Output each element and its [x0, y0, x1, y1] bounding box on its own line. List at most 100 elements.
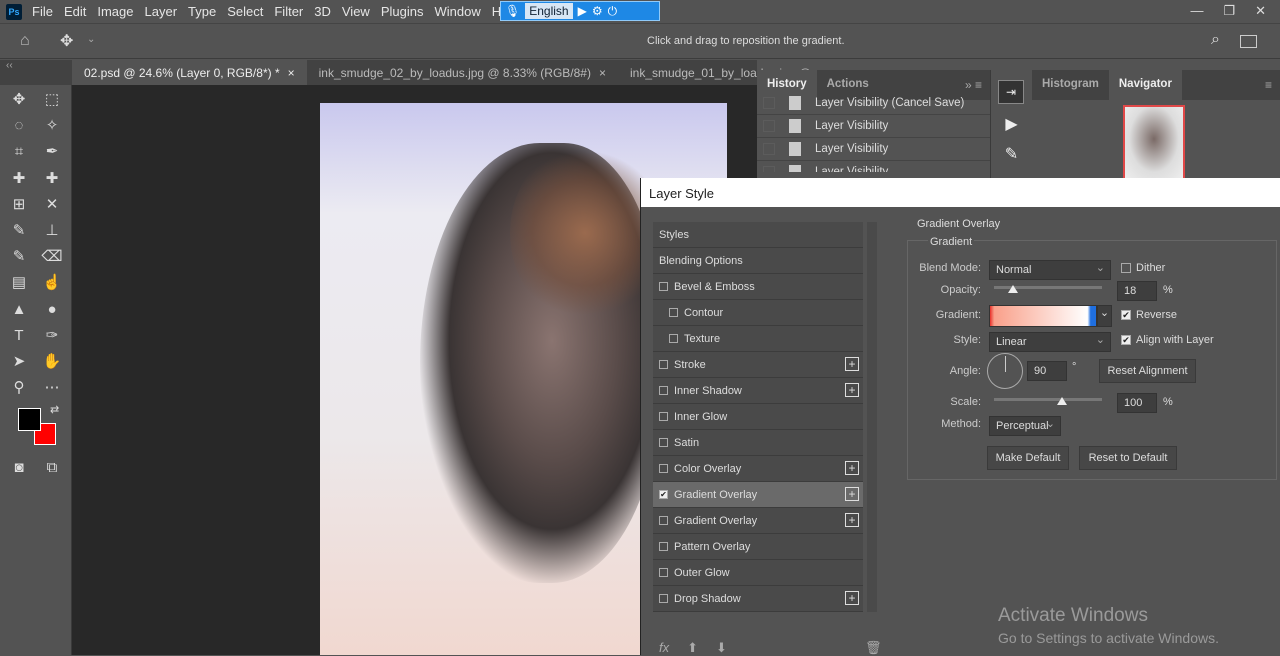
close-icon[interactable]: ✕: [1255, 3, 1266, 19]
styles-scrollbar[interactable]: [867, 222, 877, 612]
add-effect-icon[interactable]: +: [845, 513, 859, 527]
opacity-slider[interactable]: [994, 285, 1102, 293]
actions-play-icon[interactable]: ▶: [991, 114, 1032, 134]
close-tab-icon[interactable]: ×: [599, 66, 606, 80]
patch-tool-icon[interactable]: ✚: [40, 168, 64, 190]
menu-file[interactable]: File: [32, 4, 53, 19]
more-tool-icon[interactable]: ⋯: [40, 377, 64, 399]
eyedropper-tool-icon[interactable]: ✒: [40, 141, 64, 163]
style-checkbox[interactable]: ✔: [659, 490, 668, 499]
dodge-tool-icon[interactable]: ●: [40, 299, 64, 321]
style-item-inner-shadow[interactable]: Inner Shadow +: [653, 378, 863, 404]
move-up-icon[interactable]: ⬆: [687, 640, 698, 656]
quick-mask-icon[interactable]: ◙: [7, 457, 31, 479]
minimize-icon[interactable]: —: [1190, 3, 1203, 19]
history-item[interactable]: Layer Visibility: [757, 161, 990, 172]
document-tab[interactable]: 02.psd @ 24.6% (Layer 0, RGB/8*) * ×: [72, 60, 307, 85]
content-aware-move-tool-icon[interactable]: ✕: [40, 194, 64, 216]
restore-icon[interactable]: ❐: [1223, 3, 1235, 19]
screen-mode-icon[interactable]: ⧉: [40, 457, 64, 479]
smudge-tool-icon[interactable]: ☝: [40, 272, 64, 294]
opacity-input[interactable]: 18: [1117, 281, 1157, 301]
style-checkbox[interactable]: [659, 360, 668, 369]
menu-plugins[interactable]: Plugins: [381, 4, 424, 19]
microphone-icon[interactable]: 🎙: [505, 4, 520, 18]
language-button[interactable]: English: [525, 3, 573, 19]
close-tab-icon[interactable]: ×: [288, 66, 295, 80]
search-icon[interactable]: ⌕: [1211, 31, 1220, 49]
style-select[interactable]: Linear: [989, 332, 1111, 352]
crop-tool-icon[interactable]: ⌗: [7, 141, 31, 163]
blur-tool-icon[interactable]: ▲: [7, 299, 31, 321]
align-with-layer-checkbox[interactable]: ✔ Align with Layer: [1121, 334, 1214, 346]
style-item-stroke[interactable]: Stroke +: [653, 352, 863, 378]
menu-filter[interactable]: Filter: [274, 4, 303, 19]
style-item-inner-glow[interactable]: Inner Glow: [653, 404, 863, 430]
style-item-color-overlay[interactable]: Color Overlay +: [653, 456, 863, 482]
style-item-gradient-overlay[interactable]: ✔ Gradient Overlay +: [653, 482, 863, 508]
marquee-tool-icon[interactable]: ⬚: [40, 89, 64, 111]
panel-menu-icon[interactable]: » ≡: [957, 70, 990, 100]
scale-slider[interactable]: [994, 397, 1102, 405]
make-default-button[interactable]: Make Default: [987, 446, 1069, 470]
toolbar-collapse[interactable]: ‹‹: [0, 60, 72, 85]
menu-select[interactable]: Select: [227, 4, 263, 19]
style-checkbox[interactable]: [659, 464, 668, 473]
frame-tool-icon[interactable]: ⊞: [7, 194, 31, 216]
workspace-icon[interactable]: [1240, 35, 1257, 48]
style-checkbox[interactable]: [669, 334, 678, 343]
angle-input[interactable]: 90: [1027, 361, 1067, 381]
gradient-tool-icon[interactable]: ▤: [7, 272, 31, 294]
home-icon[interactable]: ⌂: [20, 32, 30, 50]
stamp-tool-icon[interactable]: ⊥: [40, 220, 64, 242]
menu-edit[interactable]: Edit: [64, 4, 86, 19]
history-panel-icon[interactable]: ⇥: [998, 80, 1024, 104]
checkbox-box[interactable]: [1121, 263, 1131, 273]
style-checkbox[interactable]: [659, 568, 668, 577]
zoom-tool-icon[interactable]: ⚲: [7, 377, 31, 399]
add-effect-icon[interactable]: +: [845, 591, 859, 605]
style-checkbox[interactable]: [659, 542, 668, 551]
scale-input[interactable]: 100: [1117, 393, 1157, 413]
style-checkbox[interactable]: [659, 412, 668, 421]
play-icon[interactable]: ▶: [578, 4, 587, 18]
brush-tool-icon[interactable]: ✎: [7, 220, 31, 242]
add-effect-icon[interactable]: +: [845, 383, 859, 397]
snapshot-checkbox[interactable]: [763, 120, 775, 132]
style-item-outer-glow[interactable]: Outer Glow: [653, 560, 863, 586]
tab-histogram[interactable]: Histogram: [1032, 70, 1109, 100]
menu-3d[interactable]: 3D: [314, 4, 331, 19]
fx-icon[interactable]: fx: [659, 640, 669, 656]
style-item-styles[interactable]: Styles: [653, 222, 863, 248]
style-checkbox[interactable]: [659, 516, 668, 525]
style-item-satin[interactable]: Satin: [653, 430, 863, 456]
hand-tool-icon[interactable]: ✋: [40, 351, 64, 373]
angle-dial[interactable]: [987, 353, 1023, 389]
history-item[interactable]: Layer Visibility: [757, 115, 990, 138]
tab-actions[interactable]: Actions: [817, 70, 879, 100]
magic-wand-tool-icon[interactable]: ✧: [40, 115, 64, 137]
brush-settings-icon[interactable]: ✎: [991, 144, 1032, 164]
gradient-picker[interactable]: [989, 305, 1097, 327]
document-tab[interactable]: ink_smudge_02_by_loadus.jpg @ 8.33% (RGB…: [307, 60, 618, 85]
add-effect-icon[interactable]: +: [845, 487, 859, 501]
slider-thumb[interactable]: [1057, 397, 1067, 405]
dither-checkbox[interactable]: Dither: [1121, 262, 1165, 274]
move-tool-icon[interactable]: ✥: [60, 31, 73, 51]
menu-view[interactable]: View: [342, 4, 370, 19]
checkbox-box[interactable]: ✔: [1121, 335, 1131, 345]
navigator-thumbnail[interactable]: [1123, 105, 1185, 180]
snapshot-checkbox[interactable]: [763, 143, 775, 155]
settings-icon[interactable]: ⚙: [592, 4, 603, 18]
menu-layer[interactable]: Layer: [145, 4, 178, 19]
style-checkbox[interactable]: [659, 386, 668, 395]
eraser-tool-icon[interactable]: ⌫: [40, 246, 64, 268]
method-select[interactable]: Perceptual: [989, 416, 1061, 436]
menu-type[interactable]: Type: [188, 4, 216, 19]
style-item-drop-shadow[interactable]: Drop Shadow +: [653, 586, 863, 612]
add-effect-icon[interactable]: +: [845, 357, 859, 371]
snapshot-checkbox[interactable]: [763, 166, 775, 172]
move-down-icon[interactable]: ⬇: [716, 640, 727, 656]
menu-window[interactable]: Window: [434, 4, 480, 19]
history-item[interactable]: Layer Visibility: [757, 138, 990, 161]
